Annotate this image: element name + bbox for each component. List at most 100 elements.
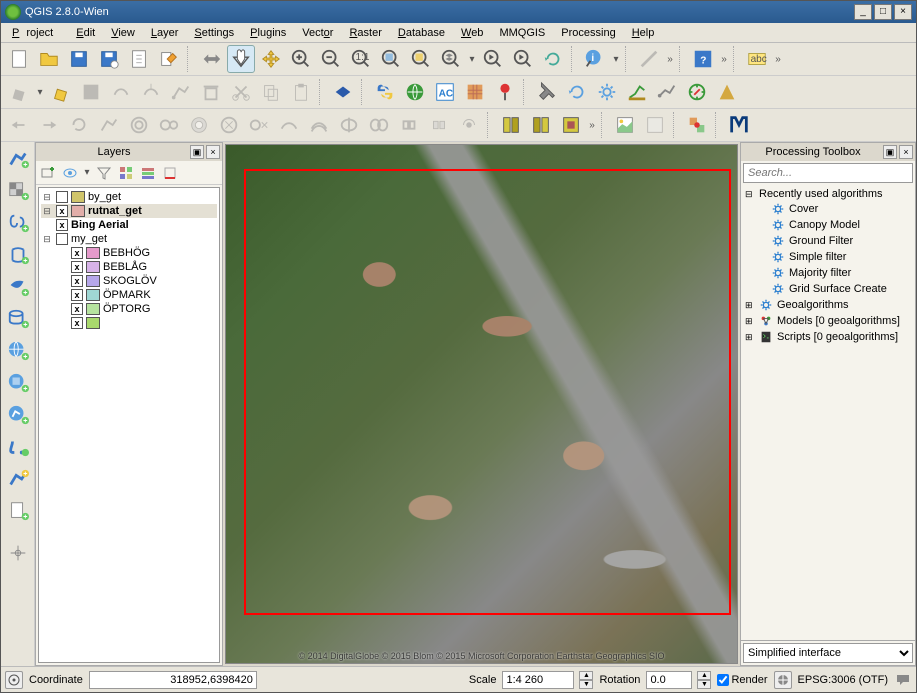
menu-project[interactable]: Project [5,25,67,41]
processing-tree[interactable]: ⊟Recently used algorithms CoverCanopy Mo… [741,185,915,640]
simplify-button[interactable] [95,111,123,139]
menu-edit[interactable]: Edit [69,25,102,41]
add-delimited-button[interactable] [3,432,33,462]
menu-plugins[interactable]: Plugins [243,25,293,41]
add-wcs-button[interactable] [3,368,33,398]
crs-status-button[interactable] [774,671,792,689]
processing-close-button[interactable]: × [899,145,913,159]
minimize-button[interactable]: _ [854,4,872,20]
algorithm-simple-filter[interactable]: Simple filter [743,249,913,265]
pan-map-button[interactable] [227,45,255,73]
menu-database[interactable]: Database [391,25,452,41]
split-parts-button[interactable] [365,111,393,139]
zoom-selection-button[interactable] [407,45,435,73]
open-project-button[interactable] [35,45,63,73]
maximize-button[interactable]: □ [874,4,892,20]
toggle-extents-button[interactable] [5,671,23,689]
measure-button[interactable] [635,45,663,73]
layer-beblåg[interactable]: BEBLÅG [41,260,217,274]
add-spatialite-button[interactable] [3,240,33,270]
zoom-layer-button[interactable] [437,45,465,73]
current-edits-button[interactable] [5,78,33,106]
layer-öpmark[interactable]: ÖPMARK [41,288,217,302]
visibility-dropdown-icon[interactable]: ▾ [82,167,92,178]
label-dropdown-icon[interactable]: » [773,54,783,65]
map-canvas[interactable]: © 2014 DigitalGlobe © 2015 Blom © 2015 M… [225,144,738,664]
coordinate-input[interactable] [89,671,257,689]
rotate-point-button[interactable] [455,111,483,139]
remove-layer-button[interactable] [160,163,180,183]
rotation-down-button[interactable]: ▼ [697,680,711,689]
save-project-button[interactable] [65,45,93,73]
refresh-button[interactable] [539,45,567,73]
merge-attrs-button[interactable] [425,111,453,139]
label-tool-button[interactable]: abc [743,45,771,73]
layer-bing-aerial[interactable]: Bing Aerial [41,218,217,232]
add-feature-button[interactable] [107,78,135,106]
delete-ring-button[interactable] [215,111,243,139]
layer-by-get[interactable]: ⊟by_get [41,190,217,204]
delete-selected-button[interactable] [197,78,225,106]
raster-2-button[interactable] [641,111,669,139]
algorithm-cover[interactable]: Cover [743,201,913,217]
add-oracle-button[interactable] [3,304,33,334]
add-mssql-button[interactable] [3,272,33,302]
processing-models-group[interactable]: ⊞Models [0 geoalgorithms] [743,313,913,329]
menu-mmqgis[interactable]: MMQGIS [492,25,552,41]
algorithm-canopy-model[interactable]: Canopy Model [743,217,913,233]
lastools-3-button[interactable] [557,111,585,139]
save-edits-button[interactable] [77,78,105,106]
zoom-full-button[interactable] [377,45,405,73]
messages-button[interactable] [894,671,912,689]
options-button[interactable] [593,78,621,106]
cut-button[interactable] [227,78,255,106]
add-raster-button[interactable] [3,176,33,206]
scale-up-button[interactable]: ▲ [579,671,593,680]
menu-web[interactable]: Web [454,25,490,41]
history-button[interactable] [563,78,591,106]
add-wms-button[interactable] [3,336,33,366]
identify-dropdown-icon[interactable]: ▾ [611,54,621,65]
reshape-button[interactable] [275,111,303,139]
add-wfs-button[interactable] [3,400,33,430]
processing-scripts-group[interactable]: ⊞Scripts [0 geoalgorithms] [743,329,913,345]
add-group-button[interactable] [38,163,58,183]
redo-button[interactable] [35,111,63,139]
layer-öptorg[interactable]: ÖPTORG [41,302,217,316]
menu-processing[interactable]: Processing [554,25,622,41]
layer-bebhög[interactable]: BEBHÖG [41,246,217,260]
algorithm-majority-filter[interactable]: Majority filter [743,265,913,281]
commander-button[interactable] [683,78,711,106]
processing-interface-select[interactable]: Simplified interface [743,643,913,663]
processing-geoalgorithms-group[interactable]: ⊞Geoalgorithms [743,297,913,313]
epsg-label[interactable]: EPSG:3006 (OTF) [798,674,888,686]
merge-button[interactable] [395,111,423,139]
add-ring-button[interactable] [125,111,153,139]
unknown-tool-button[interactable] [725,111,753,139]
processing-undock-button[interactable]: ▣ [883,145,897,159]
offset-curve-button[interactable] [305,111,333,139]
layer-unclassified[interactable] [41,316,217,330]
new-project-button[interactable] [5,45,33,73]
grass-button[interactable] [713,78,741,106]
plugin-manager-button[interactable] [329,78,357,106]
zoom-next-button[interactable] [509,45,537,73]
lastools-1-button[interactable] [497,111,525,139]
menu-settings[interactable]: Settings [187,25,241,41]
lastools-dropdown-icon[interactable]: » [587,120,597,131]
model-builder-button[interactable] [653,78,681,106]
close-button[interactable]: × [894,4,912,20]
add-postgis-button[interactable] [3,208,33,238]
measure-dropdown-icon[interactable]: » [665,54,675,65]
expand-all-button[interactable] [116,163,136,183]
collapse-all-button[interactable] [138,163,158,183]
raster-1-button[interactable] [611,111,639,139]
save-as-button[interactable] [95,45,123,73]
pan-selection-button[interactable] [197,45,225,73]
menu-layer[interactable]: Layer [144,25,186,41]
osm-button[interactable] [401,78,429,106]
menu-help[interactable]: Help [625,25,662,41]
rotation-input[interactable] [646,671,692,689]
scale-input[interactable] [502,671,574,689]
menu-vector[interactable]: Vector [295,25,340,41]
